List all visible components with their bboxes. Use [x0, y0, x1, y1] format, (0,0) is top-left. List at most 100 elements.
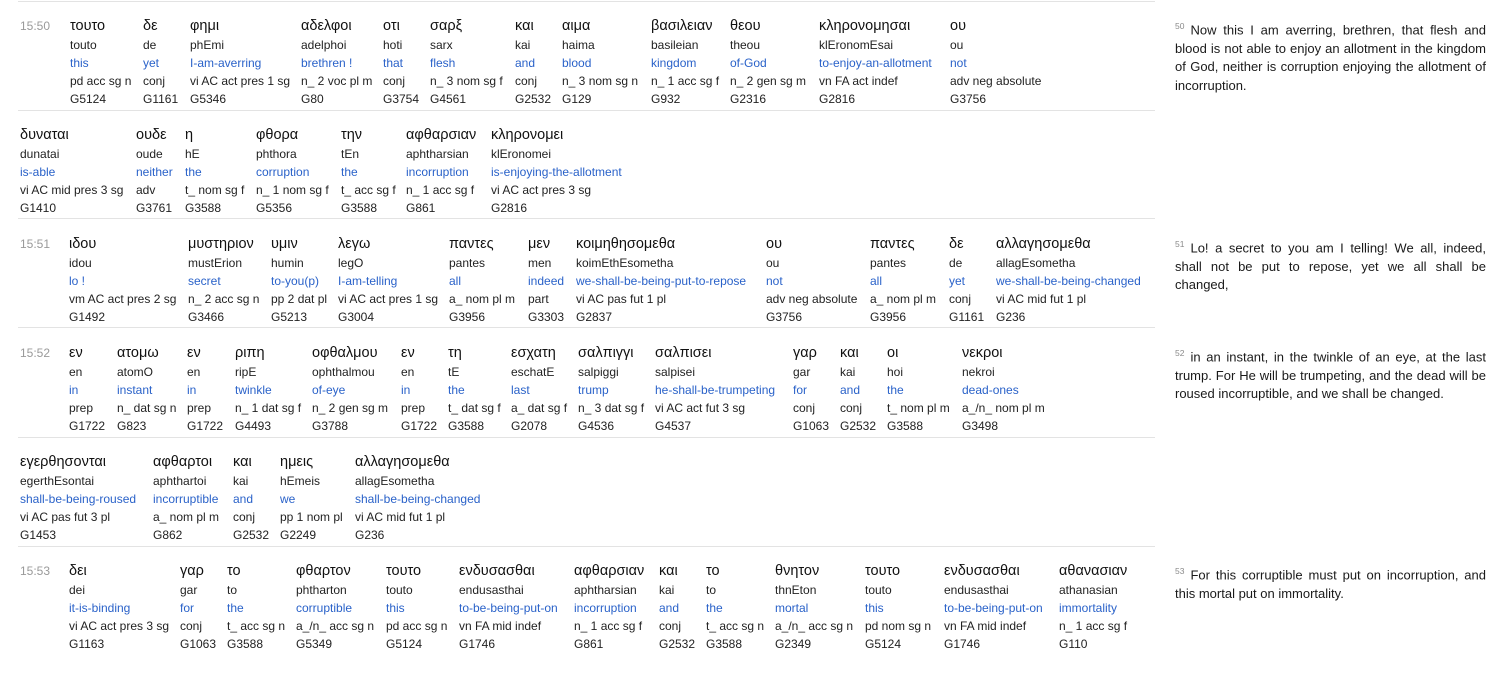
word-english: we [280, 492, 296, 506]
section-divider [18, 1, 1155, 2]
word-strongs: G4493 [235, 419, 272, 433]
word-greek: εσχατη [511, 345, 556, 361]
word-parse: a_/n_ nom pl m [962, 401, 1045, 415]
word-parse: n_ 2 gen sg m [730, 74, 807, 88]
word-translit: gar [793, 365, 811, 379]
word-parse: t_ nom sg f [185, 183, 245, 197]
word-greek: σαλπιγγι [578, 345, 634, 361]
word-translit: phtharton [296, 583, 347, 597]
verse-translation: 52 in an instant, in the twinkle of an ey… [1175, 344, 1486, 404]
word-parse: n_ 1 dat sg f [235, 401, 302, 415]
word-strongs: G4536 [578, 419, 615, 433]
word-english: brethren ! [301, 56, 353, 70]
word-parse: n_ dat sg n [117, 401, 177, 415]
word-english: dead-ones [962, 383, 1019, 397]
word-translit: sarx [430, 38, 453, 52]
word-english: to-be-being-put-on [459, 601, 558, 615]
word-parse: pp 2 dat pl [271, 292, 328, 306]
word-greek: φημι [190, 18, 220, 34]
word-strongs: G3004 [338, 310, 375, 324]
word-translit: legO [338, 256, 364, 270]
word-english: is-able [20, 165, 56, 179]
word-greek: και [515, 18, 534, 34]
word-english: to-enjoy-an-allotment [819, 56, 932, 70]
word-greek: και [659, 563, 678, 579]
interlinear-row: εν en in prep G1722 ατομω atomO instant n_ dat s… [0, 345, 1160, 455]
word-parse: vi AC act pres 3 sg [69, 619, 170, 633]
word-greek: ου [766, 236, 782, 252]
word-greek: παντες [449, 236, 494, 252]
word-translit: dunatai [20, 147, 60, 161]
word-parse: n_ 2 voc pl m [301, 74, 373, 88]
word-strongs: G3588 [887, 419, 924, 433]
word-parse: a_/n_ acc sg n [296, 619, 375, 633]
translation-text: in an instant, in the twinkle of an eye,… [1175, 349, 1486, 402]
word-greek: και [840, 345, 859, 361]
word-parse: adv neg absolute [950, 74, 1042, 88]
word-strongs: G4537 [655, 419, 692, 433]
word-english: immortality [1059, 601, 1118, 615]
word-english: and [840, 383, 861, 397]
word-parse: prep [187, 401, 212, 415]
word-strongs: G1722 [401, 419, 438, 433]
word-strongs: G3588 [706, 637, 743, 651]
word-parse: adv neg absolute [766, 292, 858, 306]
word-english: indeed [528, 274, 565, 288]
translation-text: Lo! a secret to you am I telling! We all… [1175, 240, 1486, 293]
word-strongs: G2532 [659, 637, 696, 651]
word-strongs: G1410 [20, 201, 57, 215]
word-greek: ριπη [235, 345, 265, 361]
word-greek: γαρ [180, 563, 204, 579]
word-english: this [865, 601, 884, 615]
verse-number: 53 [1175, 566, 1185, 576]
word-english: the [887, 383, 904, 397]
word-translit: hoti [383, 38, 403, 52]
word-parse: conj [143, 74, 166, 88]
word-english: last [511, 383, 530, 397]
word-parse: conj [793, 401, 816, 415]
word-english: blood [562, 56, 592, 70]
word-translit: ou [950, 38, 964, 52]
word-greek: λεγω [338, 236, 371, 252]
word-translit: ripE [235, 365, 257, 379]
word-translit: kai [515, 38, 531, 52]
word-greek: σαλπισει [655, 345, 712, 361]
word-translit: ou [766, 256, 780, 270]
word-greek: οτι [383, 18, 400, 34]
word-translit: aphtharsian [406, 147, 469, 161]
verse-translation: 50 Now this I am averring, brethren, that… [1175, 17, 1486, 95]
word-english: flesh [430, 56, 456, 70]
word-translit: humin [271, 256, 304, 270]
word-greek: αλλαγησομεθα [355, 454, 450, 470]
word-parse: t_ nom pl m [887, 401, 950, 415]
word-strongs: G2816 [819, 92, 856, 106]
word-strongs: G3756 [766, 310, 803, 324]
word-english: the [227, 601, 244, 615]
word-strongs: G2532 [515, 92, 552, 106]
word-english: lo ! [69, 274, 86, 288]
verse-translation: 51 Lo! a secret to you am I telling! We a… [1175, 235, 1486, 295]
word-greek: παντες [870, 236, 915, 252]
word-translit: hoi [887, 365, 904, 379]
word-translit: klEronomei [491, 147, 552, 161]
word-translit: phthora [256, 147, 297, 161]
word-strongs: G2816 [491, 201, 528, 215]
word-english: the [341, 165, 358, 179]
word-greek: αφθαρσιαν [574, 563, 645, 579]
word-parse: vm AC act pres 2 sg [69, 292, 177, 306]
word-parse: pd nom sg n [865, 619, 932, 633]
word-english: we-shall-be-being-put-to-repose [576, 274, 747, 288]
word-greek: δυναται [20, 127, 69, 143]
word-greek: εγερθησονται [20, 454, 106, 470]
word-translit: touto [865, 583, 892, 597]
word-translit: salpiggi [578, 365, 619, 379]
word-translit: phEmi [190, 38, 225, 52]
word-strongs: G2078 [511, 419, 548, 433]
interlinear-row: εγερθησονται egerthEsontai shall-be-being-… [0, 454, 1160, 564]
word-translit: theou [730, 38, 761, 52]
word-greek: αθανασιαν [1059, 563, 1128, 579]
word-strongs: G4561 [430, 92, 467, 106]
word-english: he-shall-be-trumpeting [655, 383, 776, 397]
word-parse: n_ 2 gen sg m [312, 401, 389, 415]
word-english: in [69, 383, 79, 397]
